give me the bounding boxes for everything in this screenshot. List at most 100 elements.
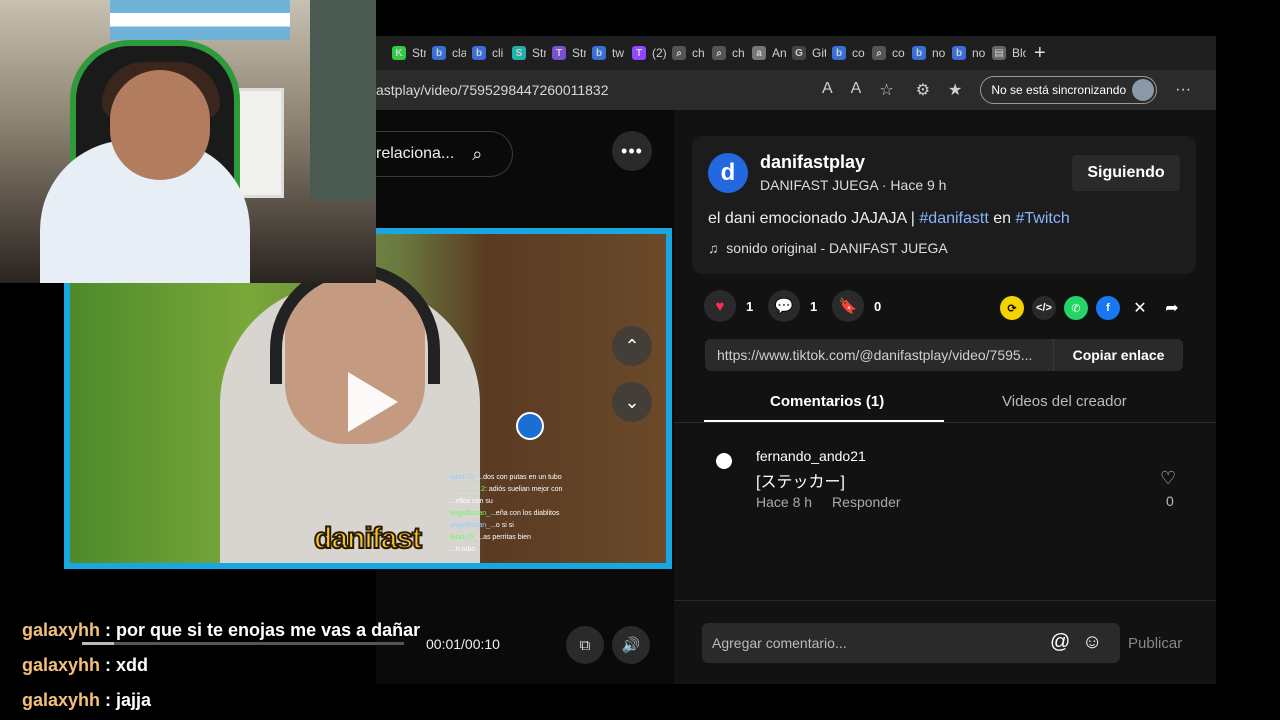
chat-message: galaxyhh : jajja [22, 690, 151, 711]
related-search[interactable]: relaciona... ⌕ [376, 131, 513, 177]
browser-tab[interactable]: b co [826, 39, 866, 67]
comment-icon[interactable]: 💬 [768, 290, 800, 322]
browser-menu-icon[interactable]: ··· [1175, 81, 1191, 99]
browser-tab[interactable]: a An [746, 39, 786, 67]
share-link-url[interactable]: https://www.tiktok.com/@danifastplay/vid… [705, 347, 1053, 363]
browser-tab[interactable]: S Str [506, 39, 546, 67]
browser-tab[interactable]: b cla [426, 39, 466, 67]
favorite-star-icon[interactable]: ☆ [879, 80, 893, 100]
video-chat-line: angelbazan_...o si si [450, 520, 610, 532]
chat-text: : jajja [100, 690, 152, 710]
url-field[interactable]: astplay/video/7595298447260011832 [376, 82, 816, 98]
sound-name: sonido original - DANIFAST JUEGA [726, 240, 948, 256]
video-chat-message: ...o si si [490, 522, 514, 529]
video-chat-user: ................2 [450, 486, 486, 493]
hashtag-twitch[interactable]: #Twitch [1015, 210, 1069, 227]
video-caption: el dani emocionado JAJAJA | #danifastt e… [708, 210, 1070, 228]
sound-line[interactable]: ♫ sonido original - DANIFAST JUEGA [708, 240, 948, 256]
creator-username[interactable]: danifastplay [760, 152, 865, 173]
tab-label: Blo [1012, 46, 1026, 60]
browser-tab[interactable]: b no [906, 39, 946, 67]
heart-icon[interactable]: ♥ [704, 290, 736, 322]
browser-tab[interactable]: K Str [386, 39, 426, 67]
embed-code-icon[interactable]: </> [1032, 296, 1056, 320]
comment-input[interactable]: Agregar comentario... @ ☺ [702, 623, 1120, 663]
tab-label: co [892, 46, 905, 60]
commenter-username[interactable]: fernando_ando21 [756, 448, 866, 464]
video-chat-user: angelbazan_ [450, 522, 491, 529]
tab-creator-videos[interactable]: Videos del creador [1002, 393, 1127, 410]
new-tab-icon[interactable]: + [1034, 42, 1046, 65]
browser-tab[interactable]: T (2) [626, 39, 666, 67]
tab-favicon-icon: S [512, 46, 526, 60]
divider [674, 600, 1216, 601]
tab-label: co [852, 46, 865, 60]
x-share-icon[interactable]: ✕ [1128, 296, 1152, 320]
publish-button[interactable]: Publicar [1128, 635, 1182, 652]
browser-tab[interactable]: ⌕ ch [706, 39, 746, 67]
active-tab-underline [704, 420, 944, 422]
favorites-icon[interactable]: ★ [948, 80, 962, 100]
browser-tab-bar: K Str b cla b cli S Str T Str b tw T (2) ⌕ ch ⌕ ch a An G Git… [376, 36, 1216, 70]
play-icon[interactable] [348, 372, 398, 432]
comment-count: 1 [810, 298, 818, 314]
browser-tab[interactable]: b cli [466, 39, 506, 67]
tab-favicon-icon: b [592, 46, 606, 60]
pip-icon[interactable]: ⧉ [566, 626, 604, 664]
search-icon[interactable]: ⌕ [472, 144, 482, 165]
tab-favicon-icon: b [952, 46, 966, 60]
video-chat-message: ...eña con los diablitos [490, 510, 560, 517]
tab-label: Str [572, 46, 586, 60]
whatsapp-icon[interactable]: ✆ [1064, 296, 1088, 320]
comment-action[interactable]: 💬 1 [768, 290, 817, 322]
browser-tab[interactable]: ▤ Blo [986, 39, 1026, 67]
video-brand-text: danifast [313, 521, 423, 556]
extensions-icon[interactable]: ⚙ [916, 80, 930, 100]
immersive-reader-icon[interactable]: A [851, 80, 862, 100]
chat-text: : por que si te enojas me vas a dañar [100, 620, 421, 640]
video-chat-line: lara170_...as perritas bien [450, 532, 610, 544]
tab-label: cla [452, 46, 466, 60]
volume-icon[interactable]: 🔊 [612, 626, 650, 664]
video-progress-bar[interactable] [82, 642, 404, 645]
video-chat-message: ...n tubo [450, 546, 476, 553]
browser-tab[interactable]: G Git [786, 39, 826, 67]
browser-tab[interactable]: b no [946, 39, 986, 67]
share-arrow-icon[interactable]: ➦ [1160, 296, 1184, 320]
save-action[interactable]: 🔖 0 [832, 290, 881, 322]
sync-label: No se está sincronizando [991, 83, 1127, 97]
comment-input-placeholder: Agregar comentario... [712, 635, 847, 651]
tab-favicon-icon: K [392, 46, 406, 60]
hashtag-danifastt[interactable]: #danifastt [919, 210, 988, 227]
browser-tab[interactable]: ⌕ ch [666, 39, 706, 67]
tab-label: no [972, 46, 986, 60]
more-options-button[interactable]: ••• [612, 131, 652, 171]
profile-avatar [1132, 79, 1155, 101]
bookmark-icon[interactable]: 🔖 [832, 290, 864, 322]
comment-like-icon[interactable]: ♡ [1160, 468, 1176, 489]
commenter-avatar[interactable] [704, 445, 744, 485]
chat-message: galaxyhh : xdd [22, 655, 148, 676]
window-graphic [310, 0, 376, 200]
reply-link[interactable]: Responder [832, 494, 901, 510]
browser-tab[interactable]: ⌕ co [866, 39, 906, 67]
video-chat-line: ...ellos con su [450, 496, 610, 508]
mention-icon[interactable]: @ [1050, 631, 1070, 654]
browser-tab[interactable]: T Str [546, 39, 586, 67]
chat-username: galaxyhh [22, 620, 101, 640]
previous-video-button[interactable]: ⌃ [612, 326, 652, 366]
follow-button[interactable]: Siguiendo [1072, 155, 1180, 191]
facebook-icon[interactable]: f [1096, 296, 1120, 320]
share-friends-icon[interactable]: ⟳ [1000, 296, 1024, 320]
emoji-icon[interactable]: ☺ [1082, 631, 1102, 654]
read-aloud-icon[interactable]: A [822, 80, 833, 100]
copy-link-button[interactable]: Copiar enlace [1053, 339, 1183, 371]
browser-tab[interactable]: b tw [586, 39, 626, 67]
comment-time: Hace 8 h [756, 494, 813, 510]
sync-status-button[interactable]: No se está sincronizando [980, 76, 1158, 104]
tab-comments[interactable]: Comentarios (1) [770, 393, 884, 410]
creator-avatar[interactable]: d [708, 153, 748, 193]
like-action[interactable]: ♥ 1 [704, 290, 753, 322]
next-video-button[interactable]: ⌄ [612, 382, 652, 422]
comment-tabs: Comentarios (1) Videos del creador [674, 385, 1216, 423]
